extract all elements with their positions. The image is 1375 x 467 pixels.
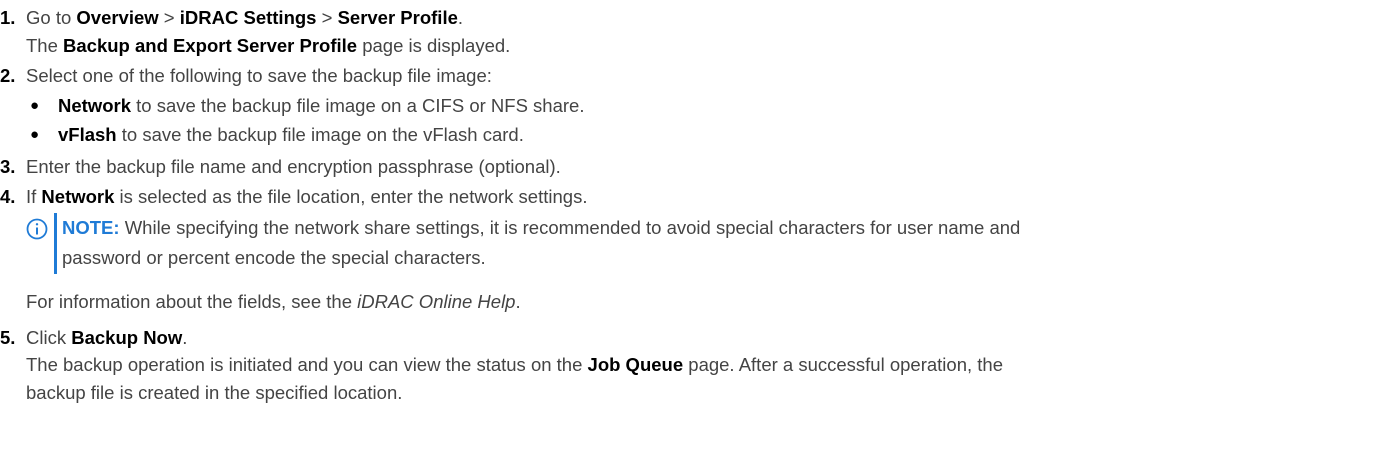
text-run: Enter the backup file name and encryptio… xyxy=(26,156,561,177)
bullet-text: vFlash to save the backup file image on … xyxy=(58,123,524,147)
text-run: . xyxy=(515,291,521,312)
bold-term: Network xyxy=(58,95,131,116)
italic-term: iDRAC Online Help xyxy=(357,291,516,312)
text-run: to save the backup file image on a CIFS … xyxy=(131,95,585,116)
text-run: Go to xyxy=(26,7,77,28)
bullet-text: Network to save the backup file image on… xyxy=(58,94,584,118)
note-text: password or percent encode the special c… xyxy=(62,247,486,268)
step-text: If Network is selected as the file locat… xyxy=(26,185,587,209)
bold-term: Backup Now xyxy=(71,327,183,348)
text-run: If xyxy=(26,186,42,207)
text-run: to save the backup file image on the vFl… xyxy=(116,124,524,145)
step-result-text: The Backup and Export Server Profile pag… xyxy=(26,34,510,58)
note-label: NOTE: xyxy=(62,217,120,238)
step-result-text: The backup operation is initiated and yo… xyxy=(26,353,1003,377)
text-run: . xyxy=(457,7,464,28)
bold-term: Overview xyxy=(76,7,159,28)
note-accent-bar xyxy=(54,213,57,274)
text-run: > xyxy=(316,7,338,28)
text-run: The xyxy=(26,35,64,56)
text-run: page. After a successful operation, the xyxy=(683,354,1003,375)
step-result-text: backup file is created in the specified … xyxy=(26,382,403,403)
step-number: 1. xyxy=(0,7,16,28)
step-number: 3. xyxy=(0,156,16,177)
bullet-icon: ● xyxy=(30,126,40,143)
bold-term: iDRAC Settings xyxy=(179,7,317,28)
text-run: For information about the fields, see th… xyxy=(26,291,358,312)
document-page: 1. Go to Overview > iDRAC Settings > Ser… xyxy=(0,0,1375,467)
bold-term: Job Queue xyxy=(587,354,684,375)
text-run: The backup operation is initiated and yo… xyxy=(26,354,588,375)
bold-term: vFlash xyxy=(58,124,117,145)
info-circle-icon xyxy=(26,218,48,240)
text-run: is selected as the file location, enter … xyxy=(114,186,588,207)
bold-term: Network xyxy=(41,186,115,207)
step-number: 2. xyxy=(0,65,16,86)
bullet-icon: ● xyxy=(30,97,40,114)
text-run: > xyxy=(158,7,180,28)
note-line-2: password or percent encode the special c… xyxy=(62,246,486,270)
help-reference-text: For information about the fields, see th… xyxy=(26,290,521,314)
text-run: page is displayed. xyxy=(357,35,511,56)
text-run: . xyxy=(182,327,188,348)
bold-term: Backup and Export Server Profile xyxy=(63,35,358,56)
step-number: 5. xyxy=(0,327,16,348)
note-line-1: NOTE: While specifying the network share… xyxy=(62,216,1020,240)
step-text: Click Backup Now. xyxy=(26,326,187,350)
step-text: Select one of the following to save the … xyxy=(26,64,492,88)
step-number: 4. xyxy=(0,186,16,207)
bold-term: Server Profile xyxy=(337,7,458,28)
note-text: While specifying the network share setti… xyxy=(119,217,1021,238)
step-text: Enter the backup file name and encryptio… xyxy=(26,155,561,179)
text-run: Click xyxy=(26,327,72,348)
step-text: Go to Overview > iDRAC Settings > Server… xyxy=(26,6,463,30)
text-run: Select one of the following to save the … xyxy=(26,65,492,86)
